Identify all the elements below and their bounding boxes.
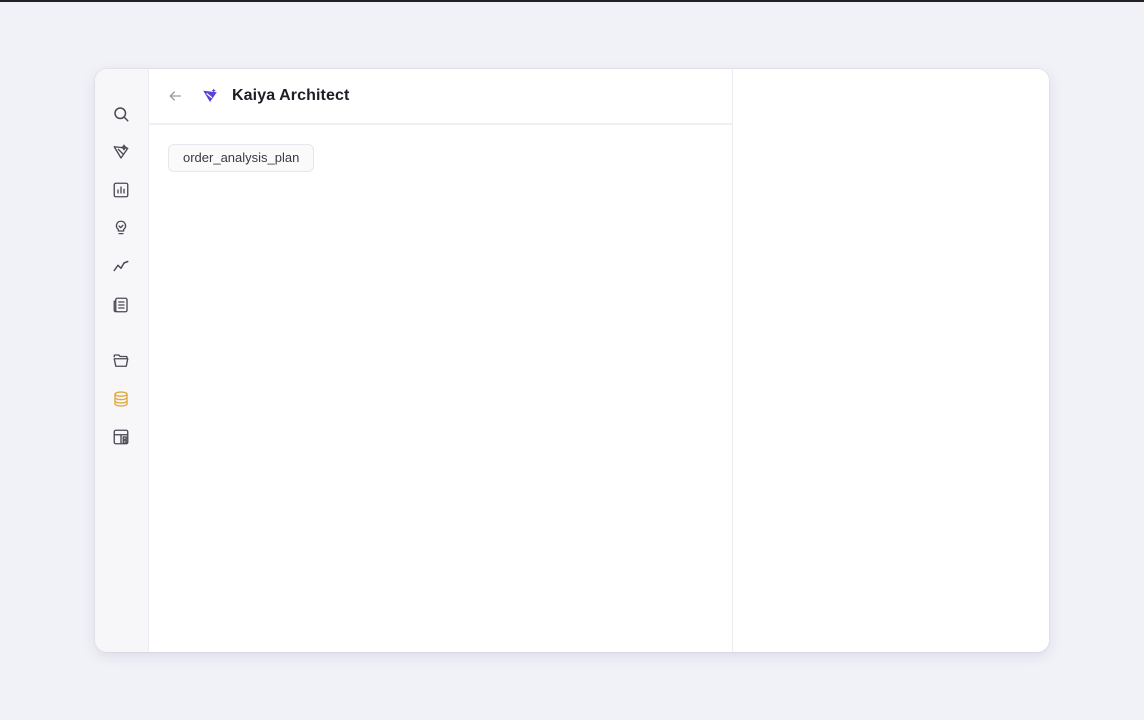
page-title: Kaiya Architect bbox=[232, 87, 350, 104]
search-button[interactable] bbox=[110, 103, 132, 125]
kaiya-logo bbox=[201, 86, 221, 106]
trend-icon bbox=[113, 260, 129, 272]
kaiya-icon bbox=[113, 144, 129, 159]
sidebar-rail bbox=[95, 69, 149, 652]
search-icon bbox=[114, 107, 129, 122]
lightbulb-icon bbox=[115, 220, 127, 235]
insights-button[interactable] bbox=[110, 217, 132, 239]
panel-header: Kaiya Architect bbox=[149, 69, 732, 125]
folder-icon bbox=[113, 354, 129, 367]
bar-chart-icon bbox=[113, 182, 129, 198]
trends-button[interactable] bbox=[110, 255, 132, 277]
main-panel: Kaiya Architect order_analysis_plan bbox=[149, 69, 733, 652]
app-window: Kaiya Architect order_analysis_plan bbox=[95, 69, 1049, 652]
layout-icon bbox=[113, 429, 129, 445]
kaiya-button[interactable] bbox=[110, 141, 132, 163]
data-button[interactable] bbox=[110, 388, 132, 410]
window-top-edge bbox=[0, 0, 1144, 2]
back-button[interactable] bbox=[167, 87, 185, 105]
files-button[interactable] bbox=[110, 350, 132, 372]
arrow-left-icon bbox=[169, 91, 181, 101]
right-panel bbox=[733, 69, 1049, 652]
kaiya-logo-icon bbox=[203, 88, 217, 102]
reports-button[interactable] bbox=[110, 294, 132, 316]
layouts-button[interactable] bbox=[110, 426, 132, 448]
report-icon bbox=[113, 297, 128, 313]
charts-button[interactable] bbox=[110, 179, 132, 201]
plan-chip[interactable]: order_analysis_plan bbox=[168, 144, 315, 172]
database-icon bbox=[114, 391, 128, 407]
